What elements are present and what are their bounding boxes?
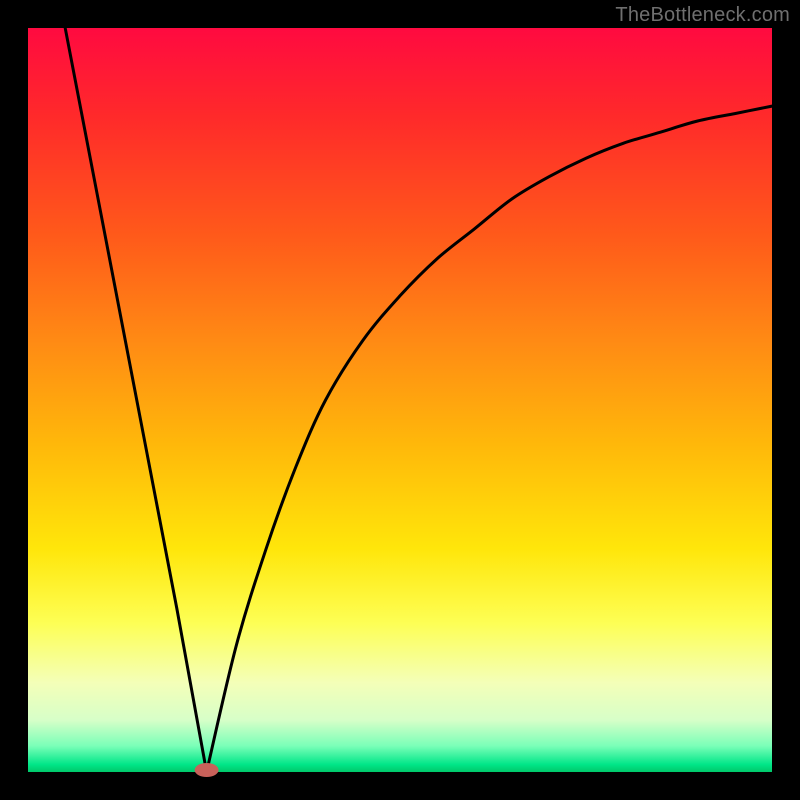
vertex-marker: [195, 763, 219, 777]
curve-right-branch: [207, 106, 772, 772]
plot-area: [28, 28, 772, 772]
chart-frame: TheBottleneck.com: [0, 0, 800, 800]
curve-left-branch: [65, 28, 206, 772]
bottleneck-curve-svg: [28, 28, 772, 772]
watermark-text: TheBottleneck.com: [615, 4, 790, 27]
